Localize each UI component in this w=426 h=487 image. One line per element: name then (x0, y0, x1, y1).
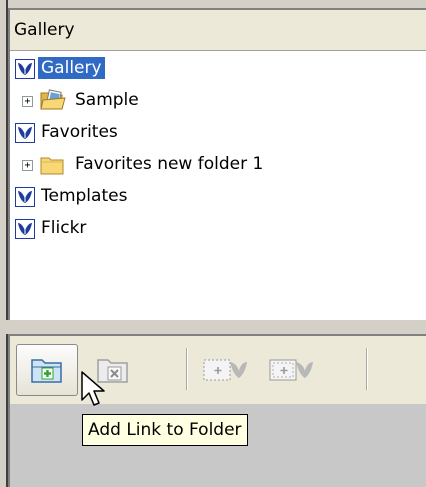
open-folder-photos-icon (40, 89, 66, 110)
folder-icon (40, 157, 64, 175)
tree-item-label[interactable]: Templates (38, 185, 130, 207)
panel-splitter[interactable] (0, 320, 426, 334)
panel-title: Gallery (14, 20, 75, 40)
panel-header: Gallery (10, 10, 426, 51)
butterfly-app-icon (15, 187, 35, 207)
tree-item-label[interactable]: Sample (72, 89, 142, 111)
add-image-butterfly-icon (203, 359, 247, 381)
toolbar-separator (186, 348, 188, 390)
window-frame (0, 0, 8, 487)
tree-item-label[interactable]: Favorites (38, 121, 121, 143)
tree-item-favorites-new-folder[interactable]: + Favorites new folder 1 (10, 149, 426, 181)
add-link-to-folder-button[interactable] (16, 344, 78, 396)
mouse-pointer-icon (81, 371, 105, 406)
expand-toggle[interactable]: + (22, 160, 33, 171)
tree-item-favorites[interactable]: Favorites (10, 117, 426, 149)
add-images-button[interactable] (260, 344, 322, 396)
butterfly-app-icon (15, 219, 35, 239)
tree-item-sample[interactable]: + Sample (10, 85, 426, 117)
toolbar-separator (366, 348, 368, 390)
toolbar (8, 334, 426, 404)
add-images-butterfly-icon (269, 359, 313, 381)
tree-item-label[interactable]: Gallery (38, 57, 105, 79)
folder-add-icon (31, 359, 62, 383)
gallery-tree[interactable]: Gallery + Sample Favorites + Favorites n… (10, 51, 426, 245)
tooltip: Add Link to Folder (82, 414, 248, 446)
gallery-panel: Gallery Gallery + Sample Favorites + Fav… (8, 8, 426, 320)
expand-toggle[interactable]: + (22, 96, 33, 107)
butterfly-app-icon (15, 123, 35, 143)
tree-item-flickr[interactable]: Flickr (10, 213, 426, 245)
gallery-window: Gallery Gallery + Sample Favorites + Fav… (0, 0, 426, 487)
add-image-button[interactable] (194, 344, 256, 396)
tree-item-label[interactable]: Flickr (38, 217, 89, 239)
tree-item-gallery[interactable]: Gallery (10, 53, 426, 85)
butterfly-app-icon (15, 59, 35, 79)
tree-item-label[interactable]: Favorites new folder 1 (72, 153, 266, 175)
tree-item-templates[interactable]: Templates (10, 181, 426, 213)
